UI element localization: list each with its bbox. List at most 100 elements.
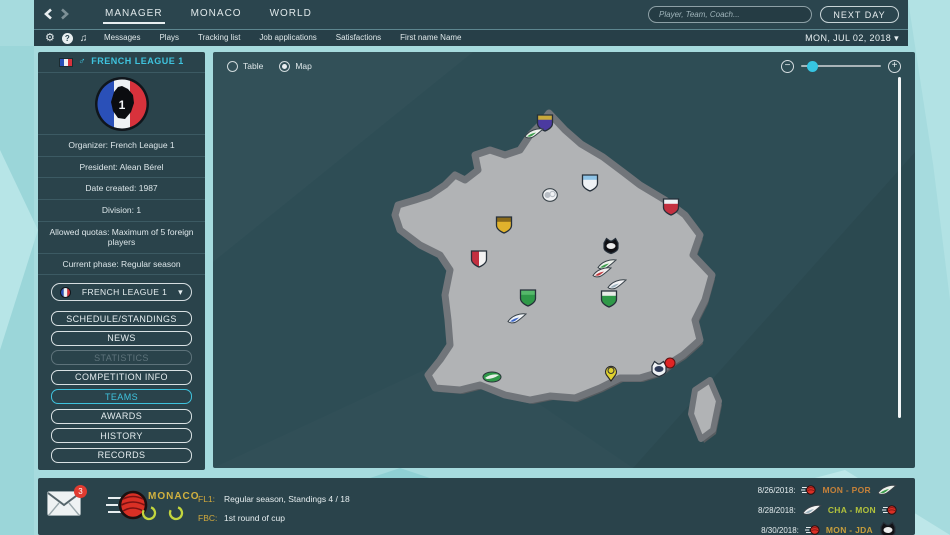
tab-world[interactable]: WORLD <box>270 8 312 19</box>
fixture-row[interactable]: 8/26/2018:MON - POR <box>758 480 897 500</box>
france-map <box>213 52 915 468</box>
fixture-row[interactable]: 8/28/2018:CHA - MON <box>758 500 897 520</box>
league-name: FRENCH LEAGUE 1 <box>91 56 184 67</box>
league-mini-logo-icon <box>60 287 71 298</box>
league-logo: 1 <box>93 75 151 133</box>
fixture-home-team-icon <box>802 504 822 517</box>
fixture-home-team-icon <box>805 524 820 535</box>
fixture-home-team-icon <box>801 484 816 496</box>
radio-label: Table <box>243 61 263 71</box>
forward-icon[interactable] <box>60 7 69 25</box>
competition-status: Regular season, Standings 4 / 18 <box>224 490 350 509</box>
map-panel: Table Map − + <box>213 52 915 468</box>
status-line: FL1:Regular season, Standings 4 / 18 <box>198 490 350 509</box>
league-info-row: Allowed quotas: Maximum of 5 foreign pla… <box>38 222 205 254</box>
league-info-row: Organizer: French League 1 <box>38 135 205 157</box>
status-line: FBC:1st round of cup <box>198 509 350 528</box>
competition-status-lines: FL1:Regular season, Standings 4 / 18FBC:… <box>198 490 350 528</box>
view-radio-group: Table Map <box>227 61 328 72</box>
radio-circle-icon <box>227 61 238 72</box>
fixture-date: 8/26/2018: <box>758 486 796 495</box>
zoom-slider[interactable] <box>801 65 881 67</box>
league-logo-row: 1 <box>38 73 205 135</box>
map-zoom-control: − + <box>781 60 901 73</box>
team-marker[interactable] <box>602 237 620 255</box>
view-radio-map[interactable]: Map <box>279 61 312 72</box>
mail-badge: 3 <box>74 485 87 498</box>
team-marker[interactable] <box>663 198 680 217</box>
league-info-row: Current phase: Regular season <box>38 254 205 276</box>
menu-item-tracking-list[interactable]: Tracking list <box>198 33 240 42</box>
messages-button[interactable]: 3 <box>46 490 82 522</box>
league-sidebar: ♂ FRENCH LEAGUE 1 1 Organizer: French Le… <box>38 52 205 470</box>
zoom-slider-thumb[interactable] <box>807 61 818 72</box>
current-date[interactable]: MON, JUL 02, 2018 ▾ <box>805 33 899 44</box>
title-bar: MANAGER MONACO WORLD NEXT DAY <box>34 0 908 29</box>
map-scrollbar[interactable] <box>898 77 902 418</box>
menu-item-first-name-name[interactable]: First name Name <box>400 33 461 42</box>
competition-code: FBC: <box>198 509 224 528</box>
club-status-bar: 3 MONACO FL1:Regular season, Standings 4… <box>38 478 915 535</box>
fixture-row[interactable]: 8/30/2018:MON - JDA <box>758 520 897 535</box>
team-marker[interactable] <box>604 364 618 382</box>
radio-label: Map <box>295 61 312 71</box>
team-marker[interactable] <box>496 216 513 235</box>
map-view-controls: Table Map − + <box>213 52 915 80</box>
sidebar-button-awards[interactable]: AWARDS <box>51 409 192 424</box>
team-marker[interactable] <box>582 174 599 193</box>
league-info-row: Division: 1 <box>38 200 205 222</box>
chevron-down-icon: ▾ <box>894 33 899 43</box>
sidebar-button-schedule-standings[interactable]: SCHEDULE/STANDINGS <box>51 311 192 326</box>
menu-item-messages[interactable]: Messages <box>104 33 140 42</box>
fixture-away-team-icon <box>882 504 897 516</box>
sidebar-button-competition-info[interactable]: COMPETITION INFO <box>51 370 192 385</box>
menu-bar: ⚙ ? ♫ Messages Plays Tracking list Job appl… <box>34 29 908 46</box>
league-dropdown[interactable]: FRENCH LEAGUE 1 ▾ <box>51 283 192 301</box>
sidebar-button-teams[interactable]: TEAMS <box>51 389 192 404</box>
menu-item-satisfactions[interactable]: Satisfactions <box>336 33 381 42</box>
fixture-match: CHA - MON <box>828 505 876 515</box>
team-marker[interactable] <box>601 290 618 309</box>
next-day-button[interactable]: NEXT DAY <box>820 6 899 23</box>
radio-dot <box>282 64 287 69</box>
team-marker[interactable] <box>542 188 558 202</box>
team-marker[interactable] <box>482 371 502 383</box>
league-info-row: President: Alean Bérel <box>38 157 205 179</box>
team-marker[interactable] <box>471 250 488 269</box>
team-marker[interactable] <box>664 357 676 369</box>
team-marker[interactable] <box>507 313 527 326</box>
league-dropdown-label: FRENCH LEAGUE 1 <box>77 287 172 297</box>
main-tabs: MANAGER MONACO WORLD <box>105 8 312 19</box>
league-header: ♂ FRENCH LEAGUE 1 <box>38 52 205 73</box>
form-ring-icon <box>141 505 157 521</box>
league-info-list: Organizer: French League 1President: Ale… <box>38 135 205 275</box>
game-screen: MANAGER MONACO WORLD NEXT DAY ⚙ ? ♫ Messag… <box>0 0 950 535</box>
corsica-land <box>691 380 719 439</box>
tab-monaco[interactable]: MONACO <box>191 8 242 19</box>
team-marker[interactable] <box>520 289 537 308</box>
tab-manager[interactable]: MANAGER <box>105 8 163 19</box>
search-input[interactable] <box>648 6 812 23</box>
zoom-in-button[interactable]: + <box>888 60 901 73</box>
competition-status: 1st round of cup <box>224 509 285 528</box>
competition-code: FL1: <box>198 490 224 509</box>
view-radio-table[interactable]: Table <box>227 61 263 72</box>
menu-items: Messages Plays Tracking list Job applicatio… <box>104 33 462 42</box>
sidebar-button-statistics: STATISTICS <box>51 350 192 365</box>
sidebar-button-records[interactable]: RECORDS <box>51 448 192 463</box>
zoom-out-button[interactable]: − <box>781 60 794 73</box>
team-marker[interactable] <box>524 128 544 141</box>
sidebar-button-news[interactable]: NEWS <box>51 331 192 346</box>
music-icon[interactable]: ♫ <box>80 33 88 44</box>
settings-icon[interactable]: ⚙ <box>45 33 55 44</box>
sidebar-button-history[interactable]: HISTORY <box>51 428 192 443</box>
radio-circle-icon <box>279 61 290 72</box>
bg-facet <box>0 150 38 350</box>
league-info-row: Date created: 1987 <box>38 178 205 200</box>
back-icon[interactable] <box>44 7 53 25</box>
chevron-down-icon: ▾ <box>178 287 183 298</box>
menu-item-job-applications[interactable]: Job applications <box>259 33 316 42</box>
club-name[interactable]: MONACO <box>148 491 200 502</box>
menu-item-plays[interactable]: Plays <box>159 33 179 42</box>
help-icon[interactable]: ? <box>62 33 73 44</box>
